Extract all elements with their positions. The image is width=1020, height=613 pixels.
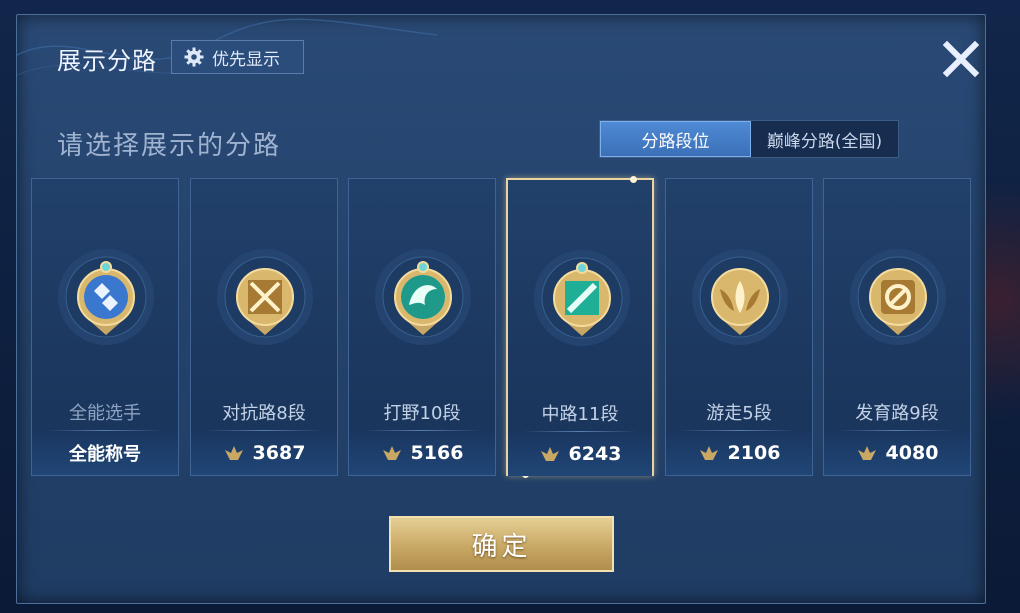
clash-lane-emblem-icon <box>217 249 313 345</box>
card-footer-text: 全能称号 <box>69 444 141 465</box>
peak-score-icon <box>699 446 718 460</box>
card-name: 对抗路8段 <box>222 403 306 424</box>
card-footer: 全能称号 <box>32 431 178 475</box>
card-name: 中路11段 <box>541 404 619 425</box>
card-score: 4080 <box>885 442 939 464</box>
card-footer: 5166 <box>349 431 495 475</box>
peak-score-icon <box>224 446 243 460</box>
lane-card-roam[interactable]: 游走5段 2106 <box>665 178 813 476</box>
lane-type-tabs: 分路段位 巅峰分路(全国) <box>599 120 899 158</box>
mid-lane-emblem-icon <box>534 250 630 346</box>
card-name: 游走5段 <box>706 403 772 424</box>
card-score: 3687 <box>252 442 306 464</box>
lane-card-jungle[interactable]: 打野10段 5166 <box>348 178 496 476</box>
card-footer: 2106 <box>666 431 812 475</box>
peak-score-icon <box>382 446 401 460</box>
tab-lane-rank[interactable]: 分路段位 <box>600 121 751 157</box>
roam-emblem-icon <box>692 249 788 345</box>
lane-card-mid[interactable]: 中路11段 6243 <box>506 176 654 478</box>
farm-lane-emblem-icon <box>850 249 946 345</box>
card-footer: 6243 <box>508 432 652 476</box>
card-name: 全能选手 <box>69 403 141 424</box>
peak-score-icon <box>857 446 876 460</box>
peak-score-icon <box>540 447 559 461</box>
dialog-title: 展示分路 <box>57 47 157 75</box>
all-round-emblem-icon <box>58 249 154 345</box>
card-name: 打野10段 <box>383 403 461 424</box>
card-score: 2106 <box>727 442 781 464</box>
card-name: 发育路9段 <box>855 403 939 424</box>
priority-display-label: 优先显示 <box>212 49 280 70</box>
gear-icon <box>184 47 204 67</box>
tab-peak-lane[interactable]: 巅峰分路(全国) <box>751 121 898 157</box>
card-score: 5166 <box>410 442 464 464</box>
lane-card-list: 全能选手 全能称号 对抗路8段 3687 打野10段 5166 中路11段 62… <box>31 176 972 478</box>
priority-display-button[interactable]: 优先显示 <box>171 40 304 74</box>
lane-card-clash[interactable]: 对抗路8段 3687 <box>190 178 338 476</box>
close-icon[interactable] <box>937 35 985 83</box>
card-footer: 4080 <box>824 431 970 475</box>
selection-corner-dot <box>630 176 637 183</box>
lane-card-all-round[interactable]: 全能选手 全能称号 <box>31 178 179 476</box>
lane-card-farm[interactable]: 发育路9段 4080 <box>823 178 971 476</box>
card-footer: 3687 <box>191 431 337 475</box>
subtitle: 请选择展示的分路 <box>57 131 282 161</box>
jungle-emblem-icon <box>375 249 471 345</box>
card-score: 6243 <box>568 443 622 465</box>
confirm-button[interactable]: 确定 <box>389 516 614 572</box>
